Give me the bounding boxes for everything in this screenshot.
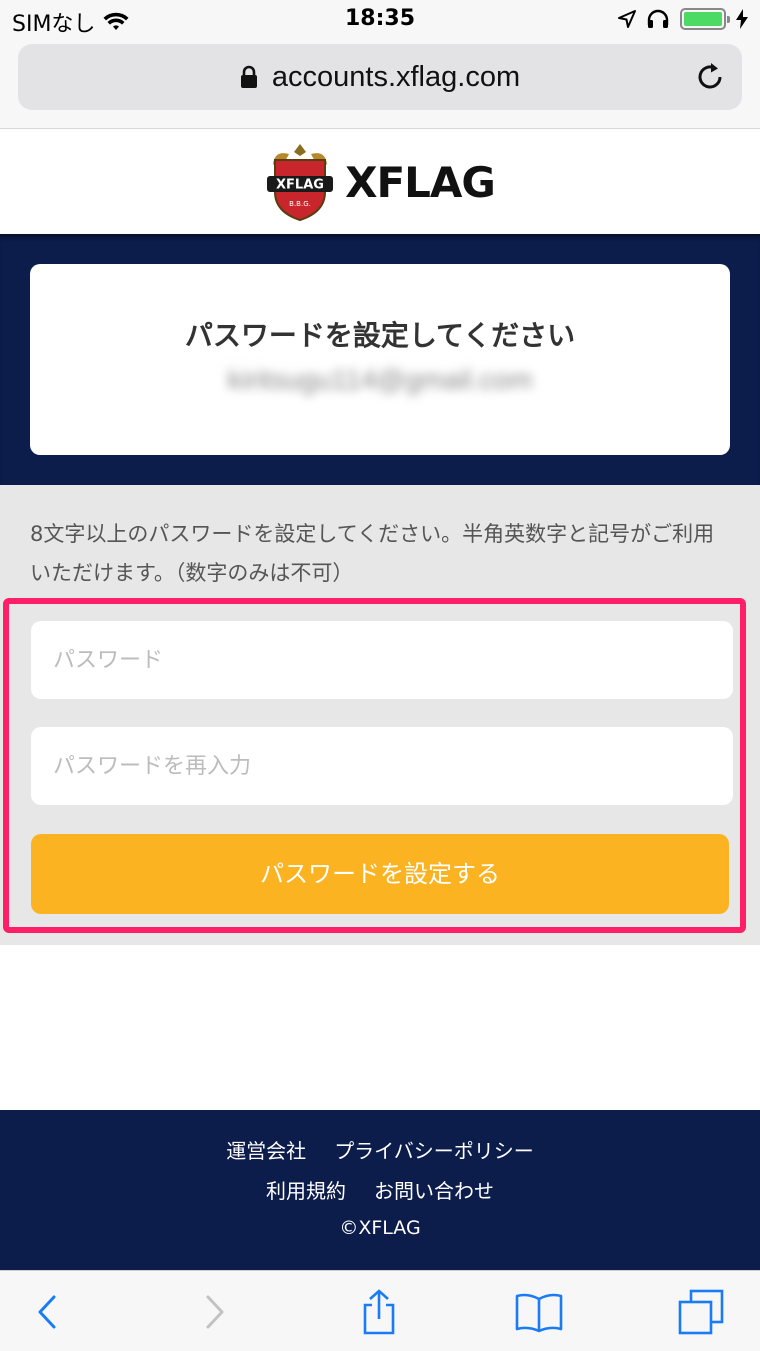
- xflag-emblem-icon: XFLAG B.B.G.: [267, 144, 334, 222]
- lock-icon: [240, 65, 257, 88]
- forward-icon: [206, 1295, 224, 1329]
- url-text: accounts.xflag.com: [271, 60, 521, 93]
- status-right: [618, 8, 748, 30]
- footer-link-company[interactable]: 運営会社: [226, 1135, 306, 1164]
- password-confirm-input[interactable]: [31, 727, 733, 805]
- browser-toolbar: [0, 1270, 760, 1351]
- status-bar: SIMなし 18:35: [0, 0, 760, 40]
- share-icon: [363, 1289, 395, 1335]
- headphones-icon: [647, 9, 669, 28]
- logo-text: XFLAG: [345, 157, 496, 207]
- bookmarks-button[interactable]: [514, 1289, 564, 1335]
- site-header: XFLAG B.B.G. XFLAG: [0, 130, 760, 234]
- footer-row: 運営会社 プライバシーポリシー: [0, 1135, 760, 1164]
- address-bar[interactable]: accounts.xflag.com: [18, 44, 742, 110]
- footer-link-contact[interactable]: お問い合わせ: [374, 1175, 494, 1204]
- battery-icon: [680, 8, 730, 30]
- account-email: kiritsugu114@gmail.com: [227, 364, 533, 395]
- hero-band: パスワードを設定してください kiritsugu114@gmail.com: [0, 234, 760, 485]
- forward-button[interactable]: [190, 1289, 240, 1335]
- password-input[interactable]: [31, 621, 733, 699]
- footer-row: 利用規約 お問い合わせ: [0, 1175, 760, 1204]
- back-button[interactable]: [22, 1289, 72, 1335]
- charging-icon: [736, 9, 748, 29]
- tabs-button[interactable]: [676, 1289, 726, 1335]
- password-requirements: 8文字以上のパスワードを設定してください。半角英数字と記号がご利用いただけます。…: [30, 522, 715, 585]
- page-title: パスワードを設定してください: [184, 319, 576, 352]
- site-footer: 運営会社 プライバシーポリシー 利用規約 お問い合わせ ©XFLAG: [0, 1110, 760, 1270]
- bookmarks-icon: [515, 1293, 563, 1333]
- reload-icon[interactable]: [694, 61, 726, 93]
- set-password-button[interactable]: パスワードを設定する: [31, 834, 729, 914]
- svg-text:XFLAG: XFLAG: [276, 178, 324, 193]
- browser-top-bar: accounts.xflag.com: [0, 40, 760, 129]
- title-card: パスワードを設定してください kiritsugu114@gmail.com: [30, 264, 730, 455]
- share-button[interactable]: [354, 1289, 404, 1335]
- location-icon: [618, 10, 636, 28]
- svg-text:B.B.G.: B.B.G.: [289, 200, 311, 208]
- tabs-icon: [678, 1289, 724, 1335]
- copyright: ©XFLAG: [339, 1217, 421, 1239]
- password-form-section: 8文字以上のパスワードを設定してください。半角英数字と記号がご利用いただけます。…: [0, 485, 760, 945]
- footer-link-privacy[interactable]: プライバシーポリシー: [334, 1135, 534, 1164]
- footer-link-terms[interactable]: 利用規約: [266, 1175, 346, 1204]
- address-content: accounts.xflag.com: [18, 44, 742, 110]
- back-icon: [38, 1295, 56, 1329]
- battery-level: [684, 12, 722, 26]
